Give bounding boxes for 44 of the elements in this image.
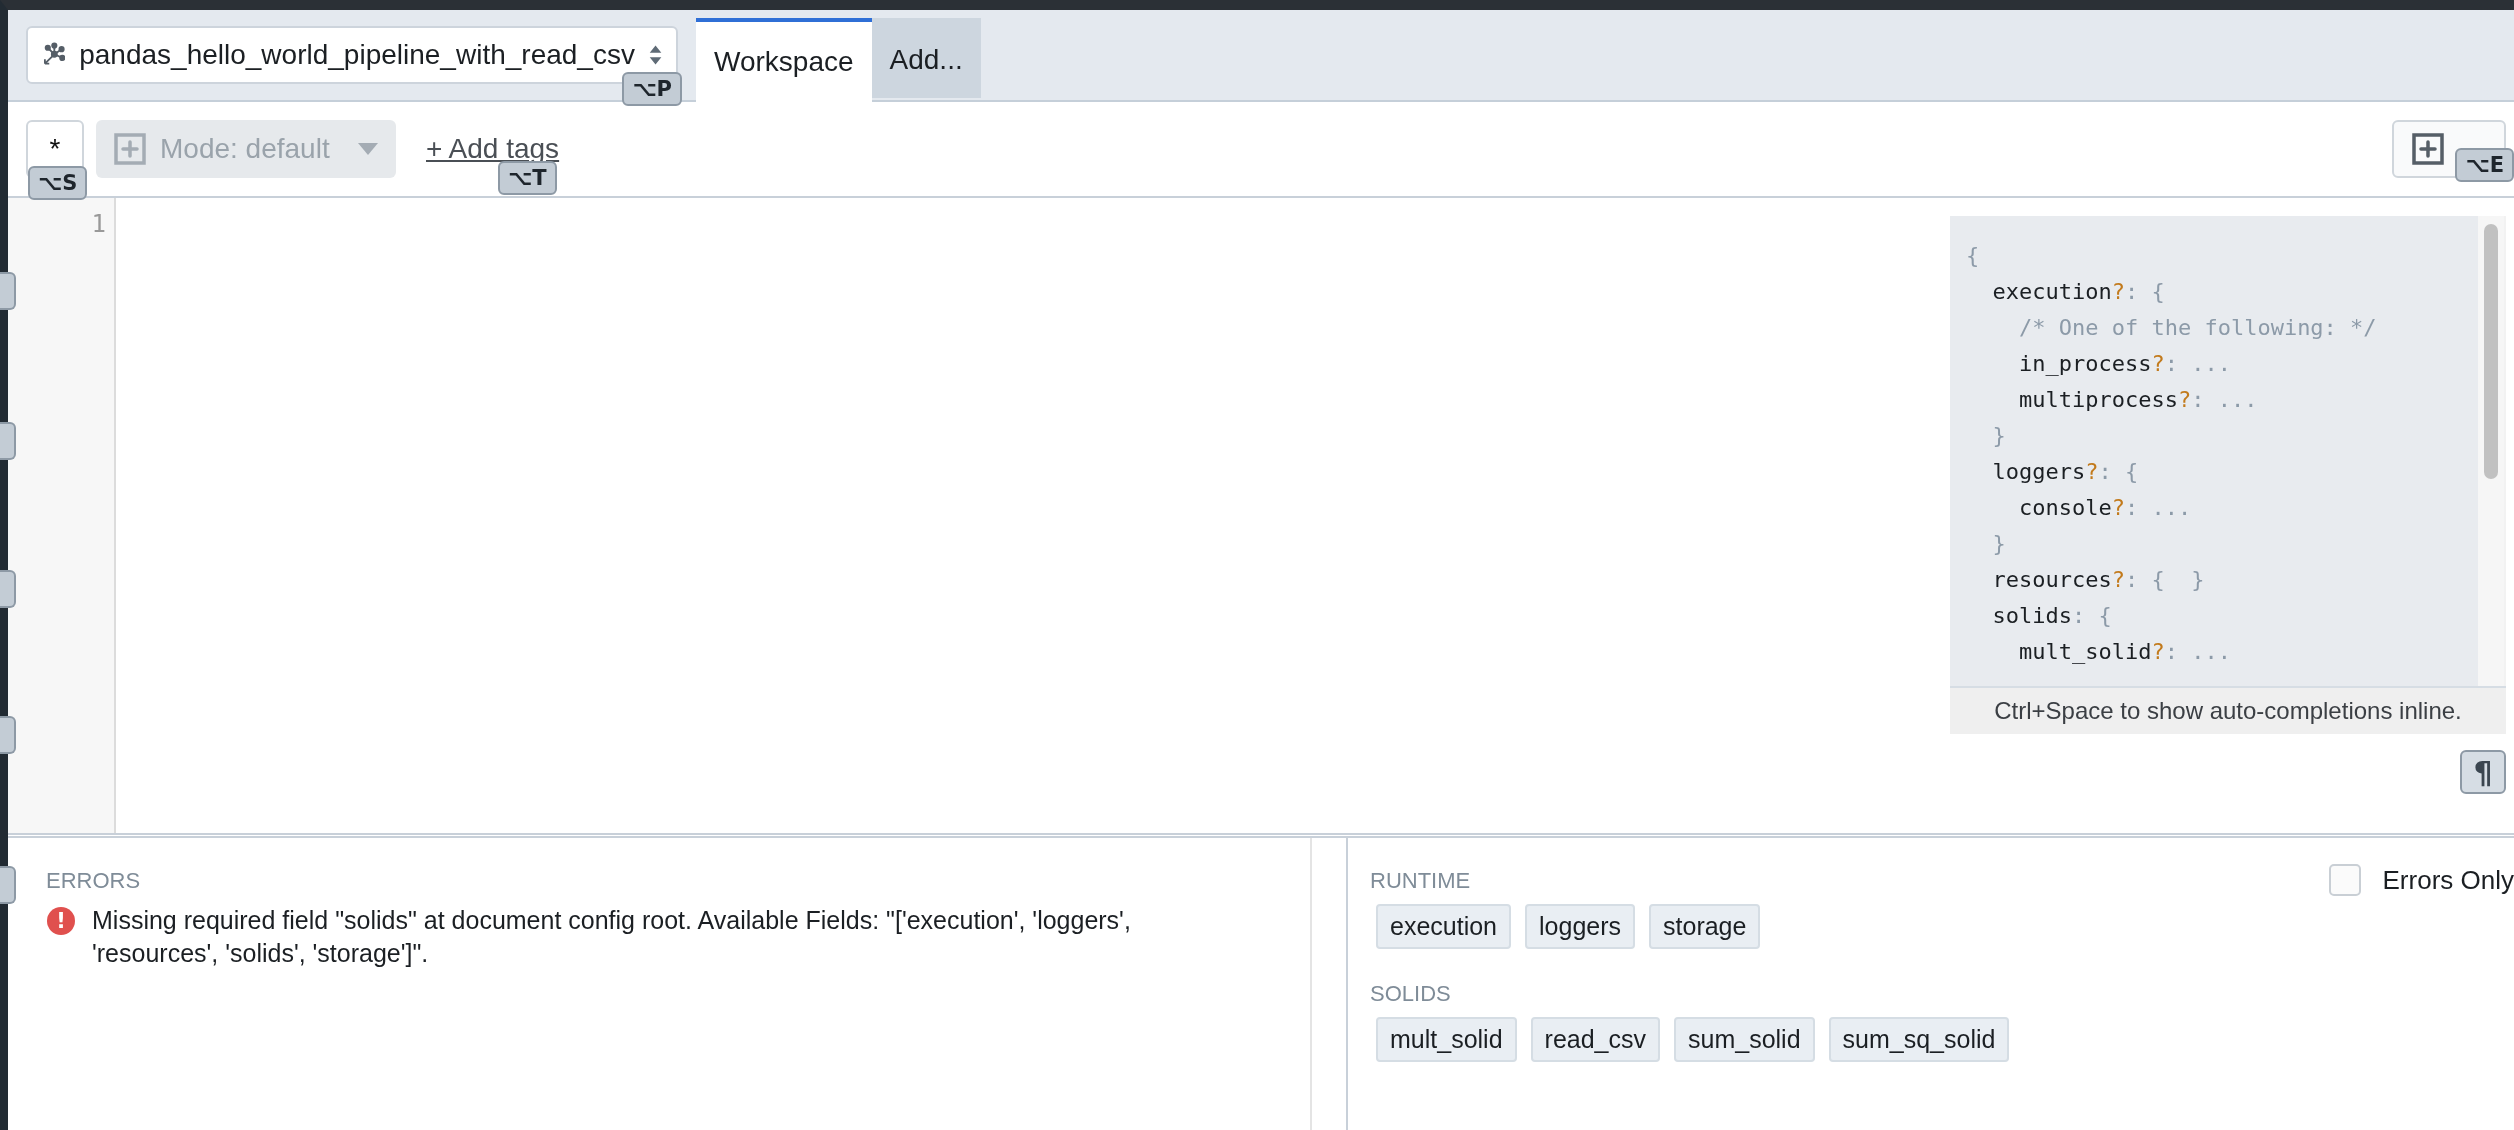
scrollbar-thumb[interactable] [2484,224,2498,479]
edge-tab[interactable] [0,422,16,460]
schema-hint: Ctrl+Space to show auto-completions inline. [1950,686,2506,734]
section-title: SOLIDS [1370,981,1451,1007]
code-line: execution?: { [1991,278,2166,306]
shortcut-tooltip: ⌥S [28,166,88,200]
pipeline-name: pandas_hello_world_pipeline_with_read_csv [79,39,635,71]
tab[interactable]: Workspace [696,18,872,102]
line-number: 1 [91,209,106,240]
code-line: mult_solid?: ... [2018,638,2232,666]
config-chip[interactable]: storage [1649,904,1761,949]
plus-square-icon [2412,133,2444,165]
plus-square-icon [114,133,146,165]
code-line: console?: ... [2018,494,2193,522]
edge-tab[interactable] [0,716,16,754]
config-chip[interactable]: mult_solid [1376,1017,1517,1062]
shortcut-tooltip: ⌥T [498,161,557,195]
caret-icon [358,143,378,155]
shortcut-tooltip: ⌥E [2455,148,2514,182]
section-title: ERRORS [46,868,141,894]
tab[interactable]: Add... [871,18,981,98]
error-message: Missing required field "solids" at document config root. Available Fields: "['execution', 'loggers', 'resources', 'solids', 'storage']". [92,905,1132,969]
config-chip[interactable]: execution [1376,904,1512,949]
shortcut-tooltip: ⌥P [622,72,682,106]
section-title: RUNTIME [1370,868,1471,894]
config-chip[interactable]: read_csv [1530,1017,1660,1062]
code-line: } [1991,530,2007,558]
config-chip[interactable]: loggers [1525,904,1636,949]
edge-tab[interactable] [0,272,16,310]
whitespace-toggle[interactable]: ¶ [2460,750,2506,794]
edge-tab[interactable] [0,866,16,904]
edge-tab[interactable] [0,570,16,608]
code-line: solids: { [1991,602,2113,630]
config-chip[interactable]: sum_solid [1674,1017,1815,1062]
code-line: { [1966,242,1981,270]
code-line: multiprocess?: ... [2018,386,2259,414]
errors-only-checkbox[interactable]: Errors Only [2328,864,2514,896]
error-icon: ! [46,906,76,936]
code-line: } [1991,422,2007,450]
code-line: in_process?: ... [2018,350,2232,378]
code-line: resources?: { } [1991,566,2206,594]
code-line: loggers?: { [1991,458,2140,486]
code-comment: /* One of the following: */ [2017,314,2378,342]
config-chip[interactable]: sum_sq_solid [1828,1017,2010,1062]
